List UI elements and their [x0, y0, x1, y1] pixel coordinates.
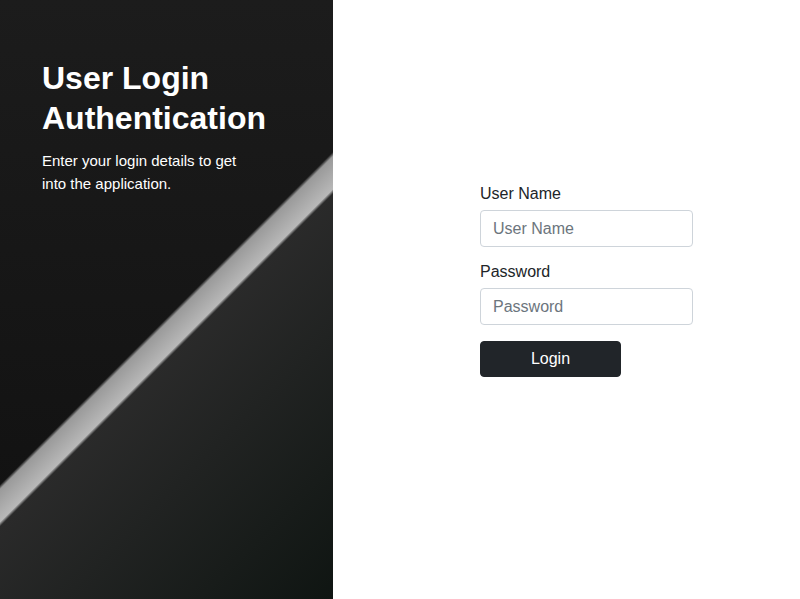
hero-panel: User Login Authentication Enter your logi… [0, 0, 333, 599]
login-form: User Name Password Login [480, 185, 693, 377]
text-field[interactable] [480, 288, 693, 325]
form-group: Password [480, 263, 693, 325]
form-area: User Name Password Login [333, 0, 800, 599]
login-page: User Login Authentication Enter your logi… [0, 0, 800, 599]
text-field[interactable] [480, 210, 693, 247]
hero-text: User Login Authentication Enter your logi… [0, 0, 333, 195]
hero-subtitle: Enter your login details to get into the… [42, 150, 242, 195]
hero-title: User Login Authentication [42, 58, 312, 138]
form-group: User Name [480, 185, 693, 247]
field-label: User Name [480, 185, 693, 203]
field-label: Password [480, 263, 693, 281]
login-button[interactable]: Login [480, 341, 621, 377]
